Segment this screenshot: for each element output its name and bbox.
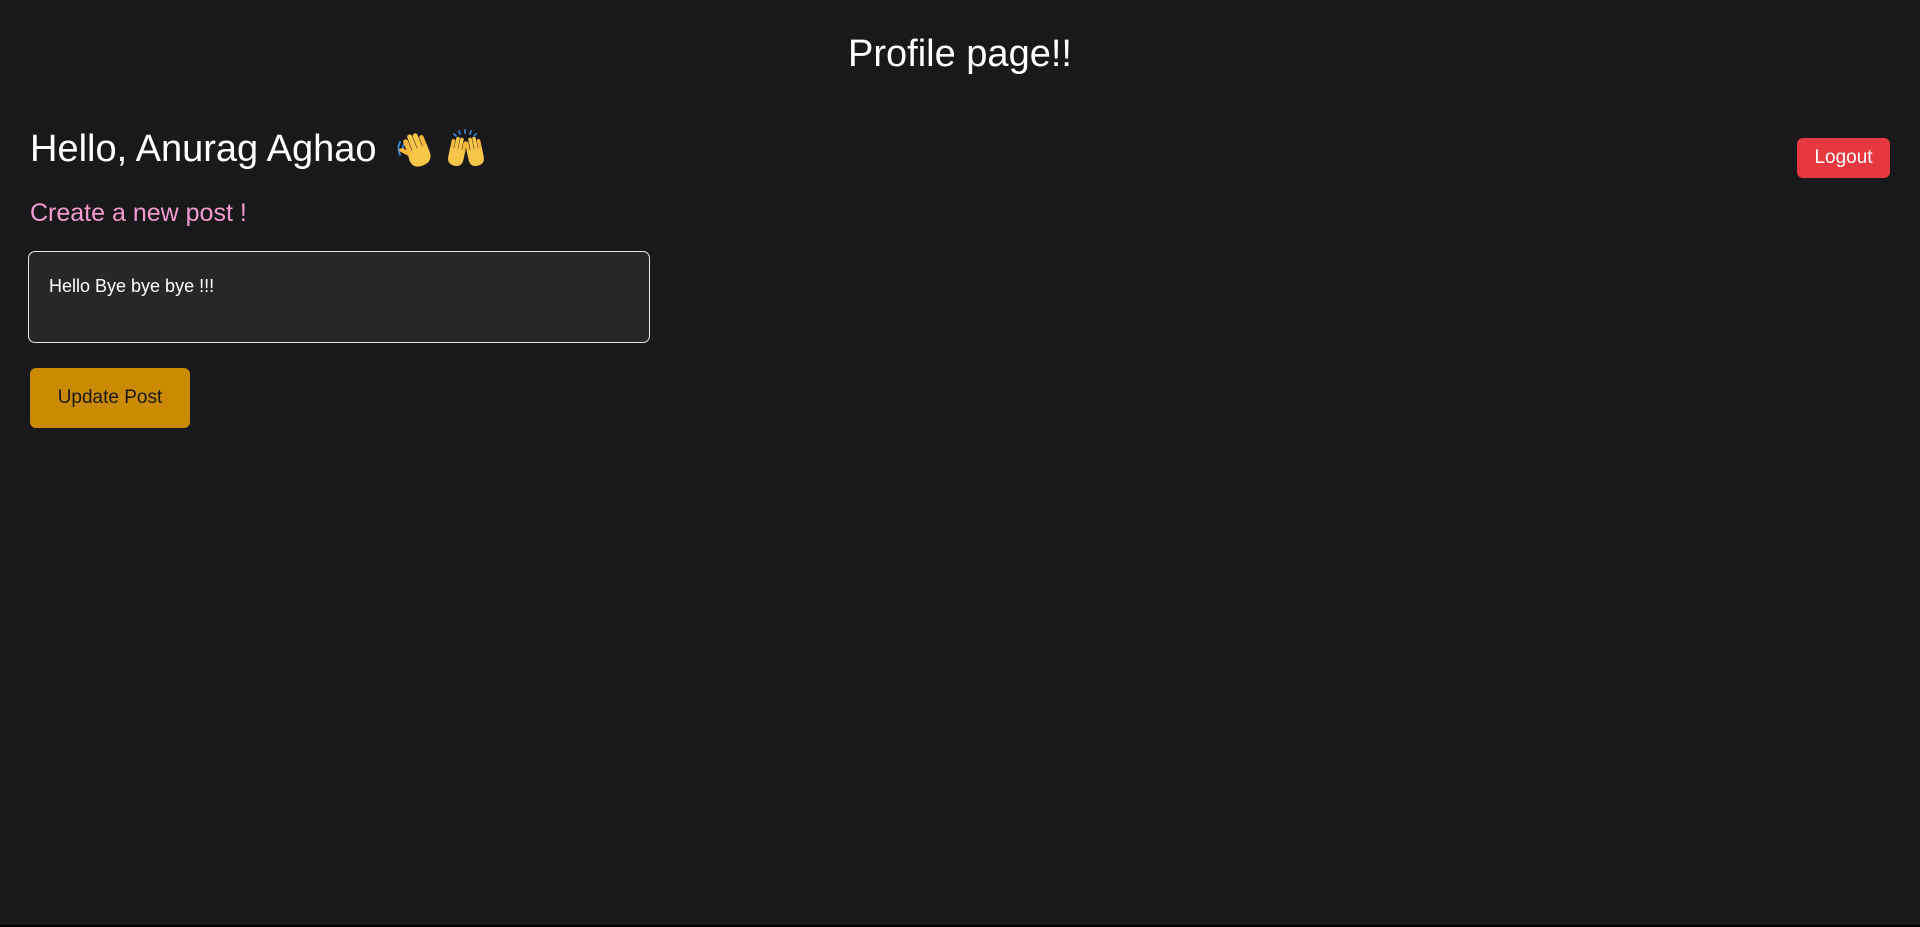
greeting-row: Hello, Anurag Aghao <box>30 124 487 174</box>
update-post-button[interactable]: Update Post <box>30 368 190 428</box>
raising-hands-icon <box>447 129 484 166</box>
greeting-emojis <box>395 128 487 170</box>
waving-hand-icon <box>397 133 431 167</box>
greeting-heading: Hello, Anurag Aghao <box>30 128 377 170</box>
page-title: Profile page!! <box>848 33 1072 75</box>
profile-page: Profile page!! Hello, Anurag Aghao Logou… <box>0 0 1920 925</box>
post-content-textarea[interactable]: Hello Bye bye bye !!! <box>28 251 650 343</box>
logout-button[interactable]: Logout <box>1797 138 1890 178</box>
create-post-heading: Create a new post ! <box>30 199 247 227</box>
